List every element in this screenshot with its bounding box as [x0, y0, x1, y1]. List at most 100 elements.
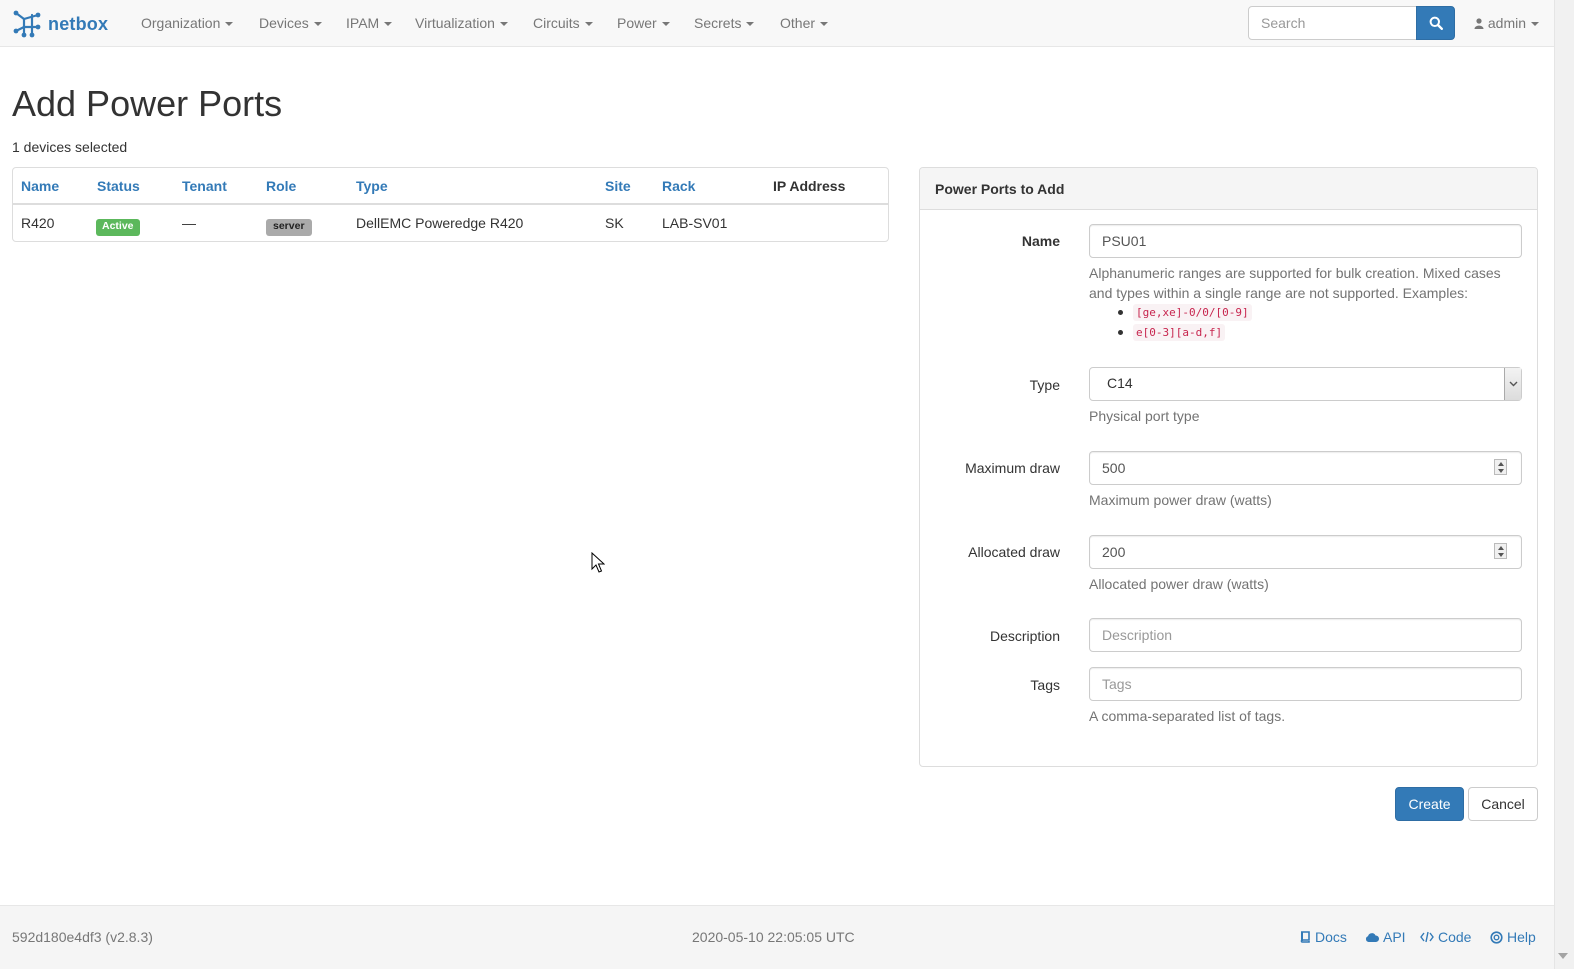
maximum-draw-label: Maximum draw [965, 460, 1060, 476]
description-label: Description [989, 628, 1060, 644]
nav-label: Devices [259, 15, 309, 31]
caret-down-icon [1531, 22, 1540, 27]
example-code: e[0-3][a-d,f] [1133, 324, 1226, 341]
tenant-value: — [182, 215, 196, 231]
nav-virtualization[interactable]: Virtualization [415, 15, 508, 31]
search-input[interactable] [1248, 6, 1417, 40]
selected-devices-table: Name Status Tenant Role Type Site Rack I… [12, 167, 889, 242]
footer-link-label: Code [1438, 929, 1472, 945]
caret-down-icon [820, 22, 829, 27]
footer-help-link[interactable]: Help [1490, 929, 1536, 945]
brand-logo-link[interactable]: netbox [12, 9, 108, 39]
create-button[interactable]: Create [1395, 787, 1464, 821]
user-name: admin [1487, 15, 1527, 31]
maximum-draw-stepper[interactable] [1494, 459, 1507, 475]
name-help-text: Alphanumeric ranges are supported for bu… [1089, 265, 1501, 301]
table-header [13, 168, 888, 205]
column-header-status[interactable]: Status [97, 178, 140, 194]
name-label: Name [1021, 233, 1060, 249]
lifebuoy-icon [1490, 930, 1503, 944]
allocated-draw-stepper[interactable] [1494, 543, 1507, 559]
column-header-type[interactable]: Type [356, 178, 388, 194]
type-help-text: Physical port type [1089, 408, 1200, 424]
site-link[interactable]: SK [605, 215, 624, 231]
code-icon [1420, 931, 1434, 943]
footer-link-label: Help [1507, 929, 1536, 945]
decrement-icon[interactable] [1497, 552, 1504, 557]
caret-down-icon [313, 22, 322, 27]
decrement-icon[interactable] [1497, 468, 1504, 473]
device-type-link[interactable]: DellEMC Poweredge R420 [356, 215, 523, 231]
user-menu[interactable]: admin [1474, 15, 1540, 31]
tags-input[interactable] [1089, 667, 1522, 701]
example-code: [ge,xe]-0/0/[0-9] [1133, 304, 1252, 321]
caret-down-icon [746, 22, 755, 27]
footer-link-label: Docs [1315, 929, 1347, 945]
caret-down-icon [384, 22, 393, 27]
device-name-link[interactable]: R420 [21, 215, 54, 231]
scroll-down-arrow-icon[interactable] [1558, 953, 1568, 959]
page-footer: 592d180e4df3 (v2.8.3) 2020-05-10 22:05:0… [0, 905, 1554, 969]
rack-link[interactable]: LAB-SV01 [662, 215, 727, 231]
nav-label: Circuits [533, 15, 580, 31]
selected-devices-count: 1 devices selected [12, 139, 128, 155]
allocated-draw-input[interactable] [1089, 535, 1522, 569]
panel-heading: Power Ports to Add [920, 168, 1537, 210]
page-scrollbar[interactable] [1554, 0, 1574, 969]
caret-down-icon [661, 22, 670, 27]
column-header-ip-address: IP Address [773, 178, 846, 194]
nav-devices[interactable]: Devices [259, 15, 322, 31]
column-header-rack[interactable]: Rack [662, 178, 695, 194]
brand-name: netbox [48, 13, 109, 34]
mouse-pointer-icon [591, 552, 605, 573]
footer-api-link[interactable]: API [1365, 929, 1406, 945]
search-icon [1429, 16, 1443, 30]
server-timestamp: 2020-05-10 22:05:05 UTC [692, 929, 855, 945]
cloud-icon [1365, 932, 1379, 942]
caret-down-icon [499, 22, 508, 27]
nav-label: Organization [141, 15, 221, 31]
top-navbar: netbox Organization Devices IPAM Virtual… [0, 0, 1554, 47]
nav-organization[interactable]: Organization [141, 15, 234, 31]
column-header-tenant[interactable]: Tenant [182, 178, 227, 194]
tags-help-text: A comma-separated list of tags. [1089, 708, 1286, 724]
column-header-role[interactable]: Role [266, 178, 296, 194]
nav-circuits[interactable]: Circuits [533, 15, 593, 31]
type-label: Type [1029, 377, 1060, 393]
nav-label: Power [617, 15, 657, 31]
nav-ipam[interactable]: IPAM [346, 15, 393, 31]
book-icon [1300, 931, 1310, 943]
status-badge-label: Active [96, 219, 140, 236]
increment-icon[interactable] [1497, 461, 1504, 466]
footer-code-link[interactable]: Code [1420, 929, 1471, 945]
footer-docs-link[interactable]: Docs [1299, 929, 1347, 945]
description-input[interactable] [1089, 618, 1522, 652]
maximum-draw-help-text: Maximum power draw (watts) [1089, 492, 1272, 508]
role-badge-label: server [266, 219, 312, 236]
increment-icon[interactable] [1497, 545, 1504, 550]
user-icon [1474, 18, 1484, 29]
role-badge: server [266, 216, 312, 236]
type-select[interactable]: C14 [1089, 367, 1522, 401]
page-title: Add Power Ports [12, 83, 283, 124]
nav-power[interactable]: Power [617, 15, 670, 31]
footer-link-label: API [1383, 929, 1406, 945]
allocated-draw-label: Allocated draw [968, 544, 1060, 560]
cancel-button[interactable]: Cancel [1468, 787, 1538, 821]
allocated-draw-help-text: Allocated power draw (watts) [1089, 576, 1269, 592]
chevron-down-icon[interactable] [1504, 368, 1521, 400]
name-input[interactable] [1089, 224, 1522, 258]
maximum-draw-input[interactable] [1089, 451, 1522, 485]
search-button[interactable] [1416, 6, 1455, 40]
panel-title: Power Ports to Add [935, 181, 1065, 197]
list-item: [ge,xe]-0/0/[0-9] [1116, 303, 1252, 323]
column-header-name[interactable]: Name [21, 178, 59, 194]
nav-label: Virtualization [415, 15, 495, 31]
column-header-site[interactable]: Site [605, 178, 631, 194]
nav-label: Secrets [694, 15, 742, 31]
nav-label: IPAM [346, 15, 380, 31]
nav-secrets[interactable]: Secrets [694, 15, 755, 31]
nav-other[interactable]: Other [780, 15, 829, 31]
name-examples-list: [ge,xe]-0/0/[0-9] e[0-3][a-d,f] [1116, 303, 1252, 343]
type-selected-value: C14 [1107, 375, 1133, 391]
